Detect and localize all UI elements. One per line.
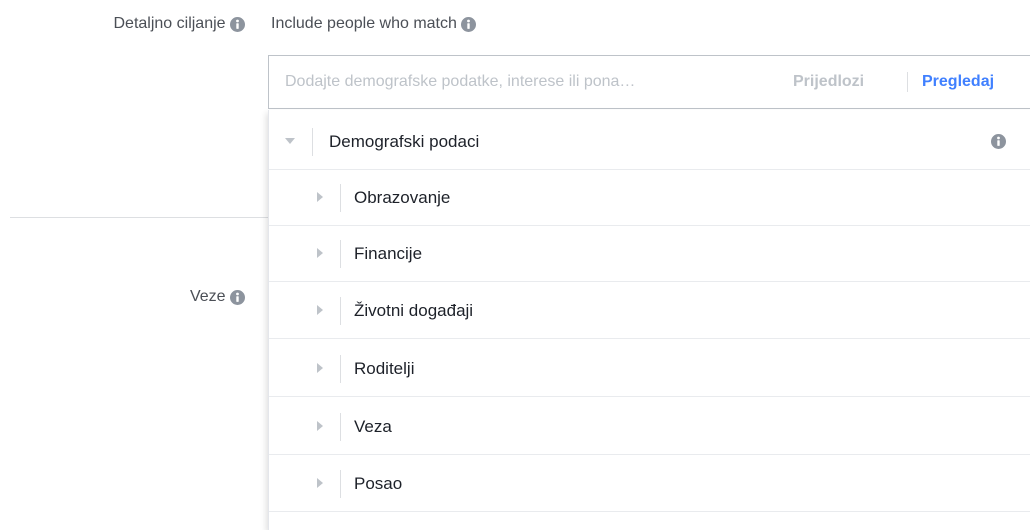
- suggestions-link[interactable]: Prijedlozi: [793, 72, 864, 92]
- caret-right-icon[interactable]: [315, 190, 325, 204]
- category-row-education[interactable]: Obrazovanje: [269, 170, 1030, 226]
- include-heading: Include people who match: [271, 14, 477, 34]
- row-separator: [340, 355, 341, 383]
- category-label: Roditelji: [354, 359, 415, 378]
- caret-right-icon[interactable]: [315, 419, 325, 433]
- link-separator: [907, 72, 908, 92]
- caret-right-icon[interactable]: [315, 246, 325, 260]
- info-icon[interactable]: [230, 289, 245, 305]
- connections-label: Veze: [190, 287, 245, 307]
- info-icon[interactable]: [461, 16, 477, 32]
- category-row-relationship[interactable]: Veza: [269, 399, 1030, 455]
- category-label: Životni događaji: [354, 301, 474, 320]
- info-icon[interactable]: [230, 16, 245, 32]
- targeting-search-box: Prijedlozi Pregledaj: [268, 55, 1030, 109]
- category-row-demographics[interactable]: Demografski podaci: [269, 114, 1030, 170]
- category-label: Posao: [354, 474, 403, 493]
- connections-text: Veze: [189, 288, 226, 305]
- category-row-parents[interactable]: Roditelji: [269, 341, 1030, 397]
- caret-right-icon[interactable]: [315, 361, 325, 375]
- category-label: Obrazovanje: [354, 188, 451, 207]
- caret-right-icon[interactable]: [315, 476, 325, 490]
- row-separator: [340, 413, 341, 441]
- row-separator: [340, 184, 341, 212]
- category-row-financial[interactable]: Financije: [269, 226, 1030, 282]
- row-separator: [312, 128, 313, 156]
- category-browse-panel: Demografski podaci Obrazovanje Financije…: [268, 110, 1030, 530]
- row-separator: [340, 240, 341, 268]
- category-label: Veza: [354, 417, 392, 436]
- detailed-targeting-label: Detaljno ciljanje: [113, 14, 245, 34]
- caret-down-icon[interactable]: [285, 134, 295, 148]
- row-separator: [340, 470, 341, 498]
- targeting-search-input[interactable]: [285, 56, 755, 108]
- category-label: Demografski podaci: [329, 132, 480, 151]
- category-row-work[interactable]: Posao: [269, 456, 1030, 512]
- category-label: Financije: [354, 244, 423, 263]
- include-heading-text: Include people who match: [271, 15, 457, 32]
- category-row-life-events[interactable]: Životni događaji: [269, 283, 1030, 339]
- browse-link[interactable]: Pregledaj: [922, 72, 994, 92]
- caret-right-icon[interactable]: [315, 303, 325, 317]
- info-icon[interactable]: [991, 134, 1006, 149]
- section-divider: [10, 217, 268, 218]
- detailed-targeting-text: Detaljno ciljanje: [113, 15, 226, 32]
- row-separator: [340, 297, 341, 325]
